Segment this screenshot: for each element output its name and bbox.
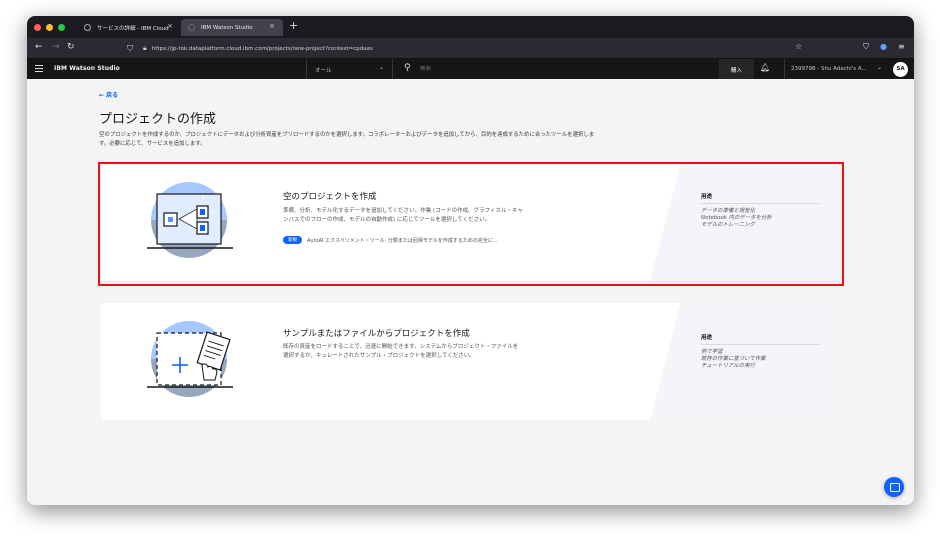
account-switcher[interactable]: 2399798 - Shu Adachi's A... ⌄ xyxy=(784,59,886,79)
tab-label: サービスの詳細 - IBM Cloud xyxy=(97,25,169,32)
new-badge: 新規 xyxy=(283,236,302,244)
minimize-window-button[interactable] xyxy=(46,24,53,31)
card-title: サンプルまたはファイルからプロジェクトを作成 xyxy=(283,329,470,339)
search-scope-value: オール xyxy=(315,68,332,74)
usage-heading: 用途 xyxy=(701,194,713,200)
tab-close-icon[interactable]: × xyxy=(167,22,173,30)
usage-panel: 用途 例で学習 既存の作業に基づいて作業 チュートリアルの実行 xyxy=(650,303,840,420)
card-title: 空のプロジェクトを作成 xyxy=(283,192,377,202)
card-description: 準備、分析、モデル化するデータを追加してください。作業 (コードの作成、グラフィ… xyxy=(283,208,523,223)
url-text[interactable]: https://jp-tok.dataplatform.cloud.ibm.co… xyxy=(152,46,373,52)
chevron-down-icon: ⌄ xyxy=(876,64,882,71)
buy-button[interactable]: 購入 xyxy=(719,59,754,79)
account-name: 2399798 - Shu Adachi's A... xyxy=(791,66,867,72)
usage-panel: 用途 データの準備と視覚化 Notebook 内のデータを分析 モデルのトレーニ… xyxy=(650,164,840,281)
create-from-sample-or-file-card[interactable]: サンプルまたはファイルからプロジェクトを作成 既存の資産をロードすることで、迅速… xyxy=(101,303,840,420)
back-arrow-icon[interactable]: ← xyxy=(35,42,43,52)
chat-support-icon[interactable] xyxy=(884,477,904,497)
search-icon[interactable]: ⚲ xyxy=(404,63,411,73)
chevron-down-icon: ⌄ xyxy=(378,64,384,71)
empty-project-illustration-icon xyxy=(147,182,233,258)
window-controls xyxy=(34,24,65,31)
forward-arrow-icon[interactable]: → xyxy=(52,42,60,52)
browser-tab-bar: サービスの詳細 - IBM Cloud × IBM Watson Studio … xyxy=(27,16,914,38)
address-bar[interactable]: ⛉ 🔒︎ https://jp-tok.dataplatform.cloud.i… xyxy=(127,41,817,56)
usage-list: 例で学習 既存の作業に基づいて作業 チュートリアルの実行 xyxy=(701,349,766,371)
sample-file-project-illustration-icon xyxy=(147,321,233,397)
usage-list: データの準備と視覚化 Notebook 内のデータを分析 モデルのトレーニング xyxy=(701,208,772,230)
page-content: ← 戻る プロジェクトの作成 空のプロジェクトを作成するのか、プロジェクトにデー… xyxy=(27,79,914,505)
usage-heading: 用途 xyxy=(701,335,713,341)
browser-window: サービスの詳細 - IBM Cloud × IBM Watson Studio … xyxy=(27,16,914,505)
usage-divider xyxy=(701,344,819,345)
star-icon[interactable]: ☆ xyxy=(795,42,802,51)
back-link[interactable]: ← 戻る xyxy=(99,90,118,99)
notification-bell-icon[interactable]: 🔔︎ xyxy=(760,63,770,72)
close-window-button[interactable] xyxy=(34,24,41,31)
app-header: IBM Watson Studio オール ⌄ ⚲ 購入 🔔︎ 2399798 … xyxy=(27,59,914,79)
tab-label: IBM Watson Studio xyxy=(201,24,253,31)
search-scope-dropdown[interactable]: オール ⌄ xyxy=(306,59,393,79)
card-description: 既存の資産をロードすることで、迅速に開始できます。システムからプロジェクト・ファ… xyxy=(283,344,519,359)
new-tab-button[interactable]: + xyxy=(289,19,298,32)
page-description: 空のプロジェクトを作成するのか、プロジェクトにデータおよび分析資産をプリロードす… xyxy=(99,132,595,147)
app-brand[interactable]: IBM Watson Studio xyxy=(54,65,120,72)
create-empty-project-card[interactable]: 空のプロジェクトを作成 準備、分析、モデル化するデータを追加してください。作業 … xyxy=(101,164,840,281)
card-new-feature-row: 新規 AutoAI エクスペリメント・ツール: 分類または回帰モデルを作成するた… xyxy=(283,236,498,244)
tab-favicon-icon xyxy=(188,24,195,31)
browser-toolbar: ← → ↻ ⛉ 🔒︎ https://jp-tok.dataplatform.c… xyxy=(27,38,914,59)
hamburger-menu-icon[interactable] xyxy=(35,65,43,72)
search-input[interactable] xyxy=(420,66,670,72)
browser-tab-ibm-cloud[interactable]: サービスの詳細 - IBM Cloud × xyxy=(77,19,181,36)
avatar[interactable]: SA xyxy=(893,62,908,77)
account-icon[interactable]: ● xyxy=(880,42,887,51)
shield-icon[interactable]: ⛉ xyxy=(127,44,133,54)
zoom-window-button[interactable] xyxy=(58,24,65,31)
lock-icon[interactable]: 🔒︎ xyxy=(143,44,147,53)
tab-close-icon[interactable]: × xyxy=(269,22,275,30)
usage-divider xyxy=(701,203,819,204)
reload-icon[interactable]: ↻ xyxy=(67,42,75,52)
tab-favicon-icon xyxy=(84,24,91,31)
browser-tab-watson-studio[interactable]: IBM Watson Studio × xyxy=(181,19,283,36)
usage-item: モデルのトレーニング xyxy=(701,222,755,229)
page-title: プロジェクトの作成 xyxy=(99,112,217,127)
usage-item: チュートリアルの実行 xyxy=(701,363,755,370)
new-feature-text: AutoAI エクスペリメント・ツール: 分類または回帰モデルを作成するための完… xyxy=(307,237,498,244)
menu-icon[interactable]: ≡ xyxy=(898,42,905,51)
pocket-icon[interactable]: ⛉ xyxy=(863,42,869,52)
